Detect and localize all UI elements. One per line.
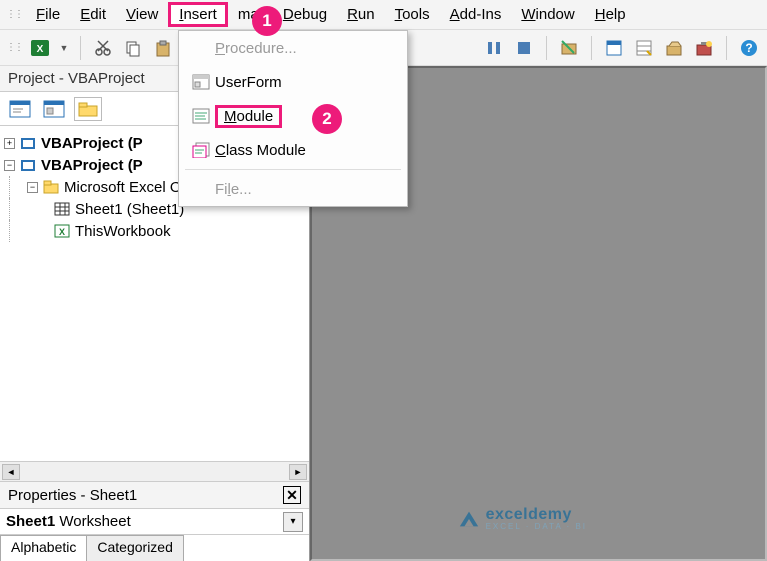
tab-categorized[interactable]: Categorized [86, 535, 184, 561]
menu-item-procedure: Procedure... [179, 31, 407, 65]
module-icon [187, 108, 215, 124]
watermark-subtext: EXCEL · DATA · BI [486, 522, 587, 531]
dropdown-arrow-icon[interactable]: ▼ [58, 36, 70, 60]
collapse-icon[interactable]: − [27, 182, 38, 193]
menu-edit[interactable]: Edit [70, 2, 116, 27]
userform-icon [187, 74, 215, 90]
toolbox-icon[interactable] [692, 36, 716, 60]
insert-menu-dropdown: Procedure... UserForm Module Class Modul… [178, 30, 408, 207]
callout-badge-2: 2 [312, 104, 342, 134]
break-icon[interactable] [482, 36, 506, 60]
excel-icon[interactable]: X [28, 36, 52, 60]
tree-thisworkbook[interactable]: X ThisWorkbook [4, 220, 305, 242]
vba-project-icon [19, 157, 37, 173]
menu-bar: ⋮⋮ FFileile Edit View Insert mat Debug R… [0, 0, 767, 30]
tree-label: Sheet1 (Sheet1) [75, 201, 184, 218]
properties-object-combo[interactable]: Sheet1 Worksheet ▾ [0, 509, 309, 535]
tree-label: VBAProject (P [41, 135, 143, 152]
menu-run[interactable]: Run [337, 2, 385, 27]
menu-debug[interactable]: Debug [273, 2, 337, 27]
close-icon[interactable]: ✕ [283, 486, 301, 504]
properties-tabs: Alphabetic Categorized [0, 535, 309, 561]
chevron-down-icon[interactable]: ▾ [283, 512, 303, 532]
svg-text:X: X [59, 227, 65, 237]
project-explorer-icon[interactable] [602, 36, 626, 60]
design-mode-icon[interactable] [557, 36, 581, 60]
callout-badge-1: 1 [252, 6, 282, 36]
tree-label: ThisWorkbook [75, 223, 171, 240]
menu-file[interactable]: FFileile [26, 2, 70, 27]
grip-icon: ⋮⋮ [6, 42, 22, 53]
menu-insert[interactable]: Insert [168, 2, 228, 27]
menu-item-class-module[interactable]: Class Module [179, 133, 407, 167]
menu-view[interactable]: View [116, 2, 168, 27]
tree-label: VBAProject (P [41, 157, 143, 174]
grip-icon: ⋮⋮ [6, 9, 22, 20]
watermark-text: exceldemy [486, 506, 572, 523]
paste-icon[interactable] [151, 36, 175, 60]
menu-addins[interactable]: Add-Ins [440, 2, 512, 27]
menu-window[interactable]: Window [511, 2, 584, 27]
class-module-icon [187, 142, 215, 158]
reset-icon[interactable] [512, 36, 536, 60]
expand-icon[interactable]: + [4, 138, 15, 149]
object-browser-icon[interactable] [662, 36, 686, 60]
properties-title: Properties - Sheet1 ✕ [0, 481, 309, 509]
menu-item-file: File... [179, 172, 407, 206]
svg-text:X: X [37, 44, 44, 55]
folder-icon [42, 180, 60, 194]
menu-item-userform[interactable]: UserForm [179, 65, 407, 99]
collapse-icon[interactable]: − [4, 160, 15, 171]
properties-title-text: Properties - Sheet1 [8, 487, 137, 504]
menu-help[interactable]: Help [585, 2, 636, 27]
menu-tools[interactable]: Tools [385, 2, 440, 27]
svg-text:?: ? [745, 41, 752, 55]
copy-icon[interactable] [121, 36, 145, 60]
scroll-right-icon[interactable]: ► [289, 464, 307, 480]
tab-alphabetic[interactable]: Alphabetic [0, 535, 87, 561]
workbook-icon: X [53, 224, 71, 238]
menu-item-label: UserForm [215, 74, 399, 91]
menu-item-module[interactable]: Module [179, 99, 407, 133]
properties-icon[interactable] [632, 36, 656, 60]
view-object-icon[interactable] [40, 97, 68, 121]
vba-project-icon [19, 135, 37, 151]
watermark: exceldemy EXCEL · DATA · BI [458, 506, 587, 531]
help-icon[interactable]: ? [737, 36, 761, 60]
view-code-icon[interactable] [6, 97, 34, 121]
worksheet-icon [53, 202, 71, 216]
menu-separator [185, 169, 401, 170]
watermark-logo-icon [458, 508, 480, 530]
cut-icon[interactable] [91, 36, 115, 60]
horizontal-scrollbar[interactable]: ◄ ► [0, 461, 309, 481]
combo-text: Sheet1 Worksheet [6, 513, 131, 530]
toggle-folders-icon[interactable] [74, 97, 102, 121]
scroll-left-icon[interactable]: ◄ [2, 464, 20, 480]
